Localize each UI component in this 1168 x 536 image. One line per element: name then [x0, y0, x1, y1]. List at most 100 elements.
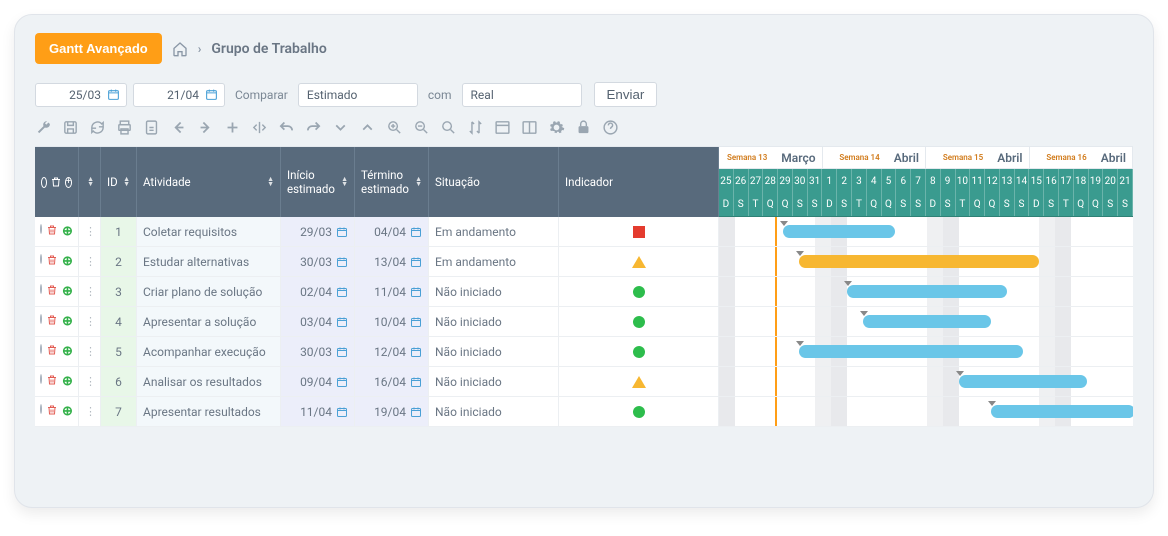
help-icon[interactable]	[602, 119, 619, 136]
gantt-bar[interactable]	[863, 315, 991, 328]
select-row-icon[interactable]	[40, 224, 42, 234]
task-row[interactable]: ⊕⋮⋮5Acompanhar execução30/0312/04Não ini…	[35, 337, 719, 367]
cell-start[interactable]: 03/04	[281, 307, 355, 336]
gantt-bar[interactable]	[799, 255, 1039, 268]
gantt-row[interactable]	[719, 307, 1133, 337]
delete-row-icon[interactable]	[46, 254, 58, 266]
gantt-row[interactable]	[719, 247, 1133, 277]
arrow-right-icon[interactable]	[197, 119, 214, 136]
task-row[interactable]: ⊕⋮⋮1Coletar requisitos29/0304/04Em andam…	[35, 217, 719, 247]
cell-end[interactable]: 11/04	[355, 277, 429, 306]
export-pdf-icon[interactable]	[143, 119, 160, 136]
add-row-icon[interactable]: ⊕	[62, 224, 73, 239]
save-icon[interactable]	[62, 119, 79, 136]
cell-end[interactable]: 13/04	[355, 247, 429, 276]
chevron-down-icon[interactable]	[332, 119, 349, 136]
gantt-bar[interactable]	[991, 405, 1133, 418]
lock-icon[interactable]	[575, 119, 592, 136]
delete-row-icon[interactable]	[46, 374, 58, 386]
cell-start[interactable]: 30/03	[281, 247, 355, 276]
gantt-bar[interactable]	[783, 225, 895, 238]
select-row-icon[interactable]	[40, 284, 42, 294]
gantt-bar[interactable]	[959, 375, 1087, 388]
add-row-icon[interactable]: ⊕	[62, 284, 73, 299]
cell-start[interactable]: 09/04	[281, 367, 355, 396]
gantt-row[interactable]	[719, 367, 1133, 397]
cell-status: Não iniciado	[429, 307, 559, 336]
send-button[interactable]: Enviar	[594, 82, 658, 107]
gantt-row[interactable]	[719, 277, 1133, 307]
cell-start[interactable]: 11/04	[281, 397, 355, 426]
cell-status: Em andamento	[429, 247, 559, 276]
cell-end[interactable]: 10/04	[355, 307, 429, 336]
cell-start[interactable]: 29/03	[281, 217, 355, 246]
timeline-day-number: 3	[852, 169, 867, 193]
delete-row-icon[interactable]	[46, 344, 58, 356]
select-all-icon[interactable]	[41, 177, 47, 188]
plus-icon[interactable]	[224, 119, 241, 136]
delete-row-icon[interactable]	[46, 314, 58, 326]
zoom-in-icon[interactable]	[386, 119, 403, 136]
timeline-weekday: S	[837, 193, 852, 216]
layout-icon[interactable]	[494, 119, 511, 136]
add-all-icon[interactable]: +	[65, 177, 72, 188]
chevron-up-icon[interactable]	[359, 119, 376, 136]
select-row-icon[interactable]	[40, 314, 42, 324]
redo-icon[interactable]	[305, 119, 322, 136]
select-row-icon[interactable]	[40, 404, 42, 414]
print-icon[interactable]	[116, 119, 133, 136]
add-row-icon[interactable]: ⊕	[62, 344, 73, 359]
select-row-icon[interactable]	[40, 374, 42, 384]
columns-icon[interactable]	[521, 119, 538, 136]
delete-row-icon[interactable]	[46, 284, 58, 296]
timeline-weekday: T	[1059, 193, 1074, 216]
gear-icon[interactable]	[548, 119, 565, 136]
date-from-input[interactable]: 25/03	[35, 83, 127, 107]
zoom-out-icon[interactable]	[413, 119, 430, 136]
delete-row-icon[interactable]	[46, 224, 58, 236]
home-icon[interactable]	[172, 41, 188, 57]
gantt-bar[interactable]	[799, 345, 1023, 358]
date-to-input[interactable]: 21/04	[133, 83, 225, 107]
gantt-bar[interactable]	[847, 285, 1007, 298]
add-row-icon[interactable]: ⊕	[62, 314, 73, 329]
header-indicator[interactable]: Indicador	[559, 147, 719, 217]
task-row[interactable]: ⊕⋮⋮7Apresentar resultados11/0419/04Não i…	[35, 397, 719, 427]
header-start[interactable]: Início estimado▲▼	[281, 147, 355, 217]
header-id[interactable]: ID▲▼	[101, 147, 137, 217]
split-icon[interactable]	[251, 119, 268, 136]
cell-end[interactable]: 16/04	[355, 367, 429, 396]
header-status[interactable]: Situação	[429, 147, 559, 217]
cell-end[interactable]: 04/04	[355, 217, 429, 246]
gantt-row[interactable]	[719, 397, 1133, 427]
arrow-left-icon[interactable]	[170, 119, 187, 136]
search-icon[interactable]	[440, 119, 457, 136]
sort-icon[interactable]	[467, 119, 484, 136]
gantt-advanced-button[interactable]: Gantt Avançado	[35, 33, 162, 64]
cell-end[interactable]: 19/04	[355, 397, 429, 426]
task-row[interactable]: ⊕⋮⋮3Criar plano de solução02/0411/04Não …	[35, 277, 719, 307]
task-row[interactable]: ⊕⋮⋮4Apresentar a solução03/0410/04Não in…	[35, 307, 719, 337]
delete-row-icon[interactable]	[46, 404, 58, 416]
gantt-timeline[interactable]: Semana 13MarçoSemana 14AbrilSemana 15Abr…	[719, 147, 1133, 427]
task-row[interactable]: ⊕⋮⋮2Estudar alternativas30/0313/04Em and…	[35, 247, 719, 277]
header-end[interactable]: Término estimado▲▼	[355, 147, 429, 217]
wrench-icon[interactable]	[35, 119, 52, 136]
task-row[interactable]: ⊕⋮⋮6Analisar os resultados09/0416/04Não …	[35, 367, 719, 397]
delete-all-icon[interactable]	[50, 176, 62, 188]
select-row-icon[interactable]	[40, 254, 42, 264]
select-row-icon[interactable]	[40, 344, 42, 354]
cell-start[interactable]: 30/03	[281, 337, 355, 366]
add-row-icon[interactable]: ⊕	[62, 254, 73, 269]
gantt-row[interactable]	[719, 337, 1133, 367]
gantt-row[interactable]	[719, 217, 1133, 247]
undo-icon[interactable]	[278, 119, 295, 136]
cell-start[interactable]: 02/04	[281, 277, 355, 306]
refresh-icon[interactable]	[89, 119, 106, 136]
compare-a-select[interactable]: Estimado	[298, 83, 418, 107]
add-row-icon[interactable]: ⊕	[62, 374, 73, 389]
add-row-icon[interactable]: ⊕	[62, 404, 73, 419]
compare-b-select[interactable]: Real	[462, 83, 582, 107]
cell-end[interactable]: 12/04	[355, 337, 429, 366]
header-activity[interactable]: Atividade▲▼	[137, 147, 281, 217]
